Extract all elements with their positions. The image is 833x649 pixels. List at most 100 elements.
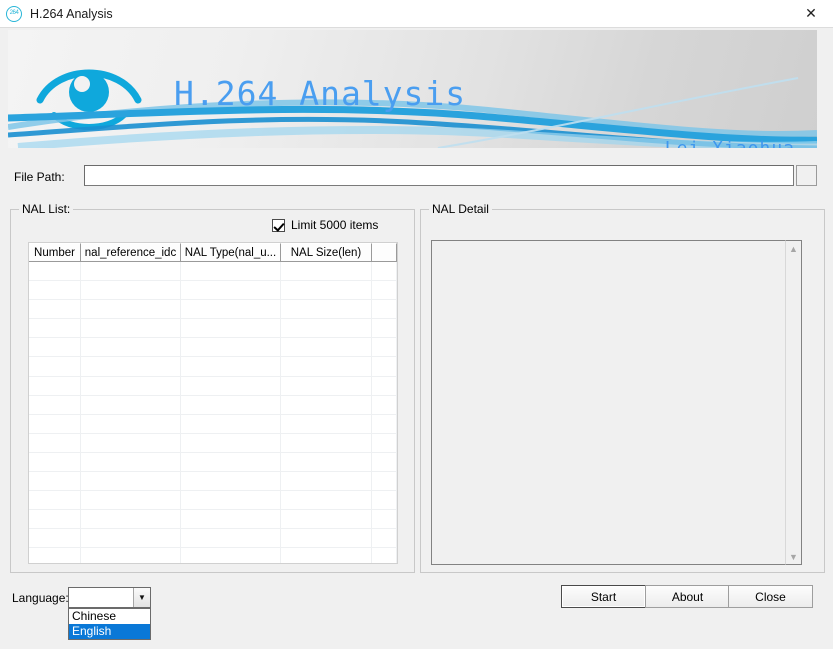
table-cell (372, 357, 397, 377)
nal-table-header-0[interactable]: Number (29, 243, 81, 262)
table-cell (81, 548, 181, 563)
table-cell (281, 357, 372, 377)
limit-items-label: Limit 5000 items (291, 218, 379, 232)
nal-detail-scrollbar[interactable]: ▲ ▼ (785, 240, 802, 565)
table-cell (372, 300, 397, 320)
table-cell (281, 548, 372, 563)
table-cell (281, 262, 372, 282)
language-combobox[interactable]: ▼ (68, 587, 151, 608)
table-cell (372, 452, 397, 473)
table-cell (281, 414, 372, 434)
table-cell (29, 433, 81, 453)
table-cell (29, 338, 81, 358)
table-cell (29, 319, 81, 339)
table-cell (81, 376, 181, 396)
table-cell (372, 319, 397, 339)
window-title: H.264 Analysis (30, 6, 113, 21)
table-row[interactable] (29, 472, 397, 492)
table-row[interactable] (29, 338, 397, 358)
table-row[interactable] (29, 395, 397, 415)
table-cell (181, 548, 281, 563)
table-cell (372, 376, 397, 396)
scroll-up-icon[interactable]: ▲ (786, 241, 801, 256)
nal-list-table[interactable]: Number nal_reference_idc NAL Type(nal_u...… (28, 242, 398, 564)
file-path-input[interactable] (84, 165, 794, 186)
table-cell (81, 472, 181, 492)
table-cell (372, 395, 397, 415)
banner-author: Lei Xiaohua (665, 138, 795, 148)
table-cell (181, 262, 281, 282)
nal-table-header-row: Number nal_reference_idc NAL Type(nal_u...… (29, 243, 397, 262)
table-cell (81, 357, 181, 377)
table-cell (372, 510, 397, 530)
table-cell (81, 529, 181, 549)
table-cell (81, 262, 181, 282)
table-cell (281, 529, 372, 549)
table-row[interactable] (29, 281, 397, 301)
table-cell (81, 510, 181, 530)
nal-table-header-1[interactable]: nal_reference_idc (81, 243, 181, 262)
scroll-down-icon[interactable]: ▼ (786, 549, 801, 564)
table-cell (372, 433, 397, 453)
about-button[interactable]: About (645, 585, 730, 608)
table-cell (29, 510, 81, 530)
nal-table-header-2[interactable]: NAL Type(nal_u... (181, 243, 281, 262)
table-cell (81, 433, 181, 453)
table-row[interactable] (29, 414, 397, 434)
nal-table-header-3[interactable]: NAL Size(len) (281, 243, 372, 262)
close-button[interactable]: Close (728, 585, 813, 608)
language-option-chinese[interactable]: Chinese (69, 609, 150, 624)
table-cell (181, 433, 281, 453)
table-row[interactable] (29, 548, 397, 563)
start-button[interactable]: Start (561, 585, 646, 608)
table-cell (281, 491, 372, 511)
table-row[interactable] (29, 376, 397, 396)
table-cell (29, 472, 81, 492)
checkbox-check-icon (272, 218, 285, 232)
nal-table-header-4[interactable] (372, 243, 397, 262)
table-cell (181, 395, 281, 415)
table-row[interactable] (29, 300, 397, 320)
table-cell (181, 414, 281, 434)
table-row[interactable] (29, 357, 397, 377)
file-path-browse-button[interactable] (796, 165, 817, 186)
table-cell (281, 433, 372, 453)
banner-title: H.264 Analysis (174, 74, 467, 113)
table-row[interactable] (29, 452, 397, 473)
table-cell (81, 319, 181, 339)
table-cell (29, 452, 81, 473)
table-cell (372, 472, 397, 492)
table-cell (181, 529, 281, 549)
table-cell (281, 510, 372, 530)
table-cell (181, 338, 281, 358)
table-row[interactable] (29, 433, 397, 453)
table-row[interactable] (29, 491, 397, 511)
app-icon: 264 (6, 5, 22, 22)
table-row[interactable] (29, 510, 397, 530)
limit-items-checkbox[interactable]: Limit 5000 items (272, 218, 378, 232)
nal-detail-textarea[interactable] (431, 240, 802, 565)
language-option-english[interactable]: English (69, 624, 150, 639)
table-cell (81, 414, 181, 434)
table-cell (29, 281, 81, 301)
table-cell (372, 414, 397, 434)
table-cell (281, 376, 372, 396)
table-row[interactable] (29, 529, 397, 549)
table-cell (372, 529, 397, 549)
nal-list-group-title: NAL List: (19, 202, 74, 216)
table-cell (29, 262, 81, 282)
table-cell (372, 262, 397, 282)
table-cell (181, 452, 281, 473)
table-cell (81, 300, 181, 320)
language-dropdown-list[interactable]: Chinese English (68, 608, 151, 640)
table-row[interactable] (29, 262, 397, 282)
chevron-down-icon[interactable]: ▼ (133, 588, 150, 607)
table-cell (81, 452, 181, 473)
table-cell (181, 510, 281, 530)
table-cell (181, 319, 281, 339)
table-cell (181, 472, 281, 492)
table-cell (281, 281, 372, 301)
window-close-button[interactable]: ✕ (789, 0, 833, 27)
table-cell (81, 338, 181, 358)
table-row[interactable] (29, 319, 397, 339)
